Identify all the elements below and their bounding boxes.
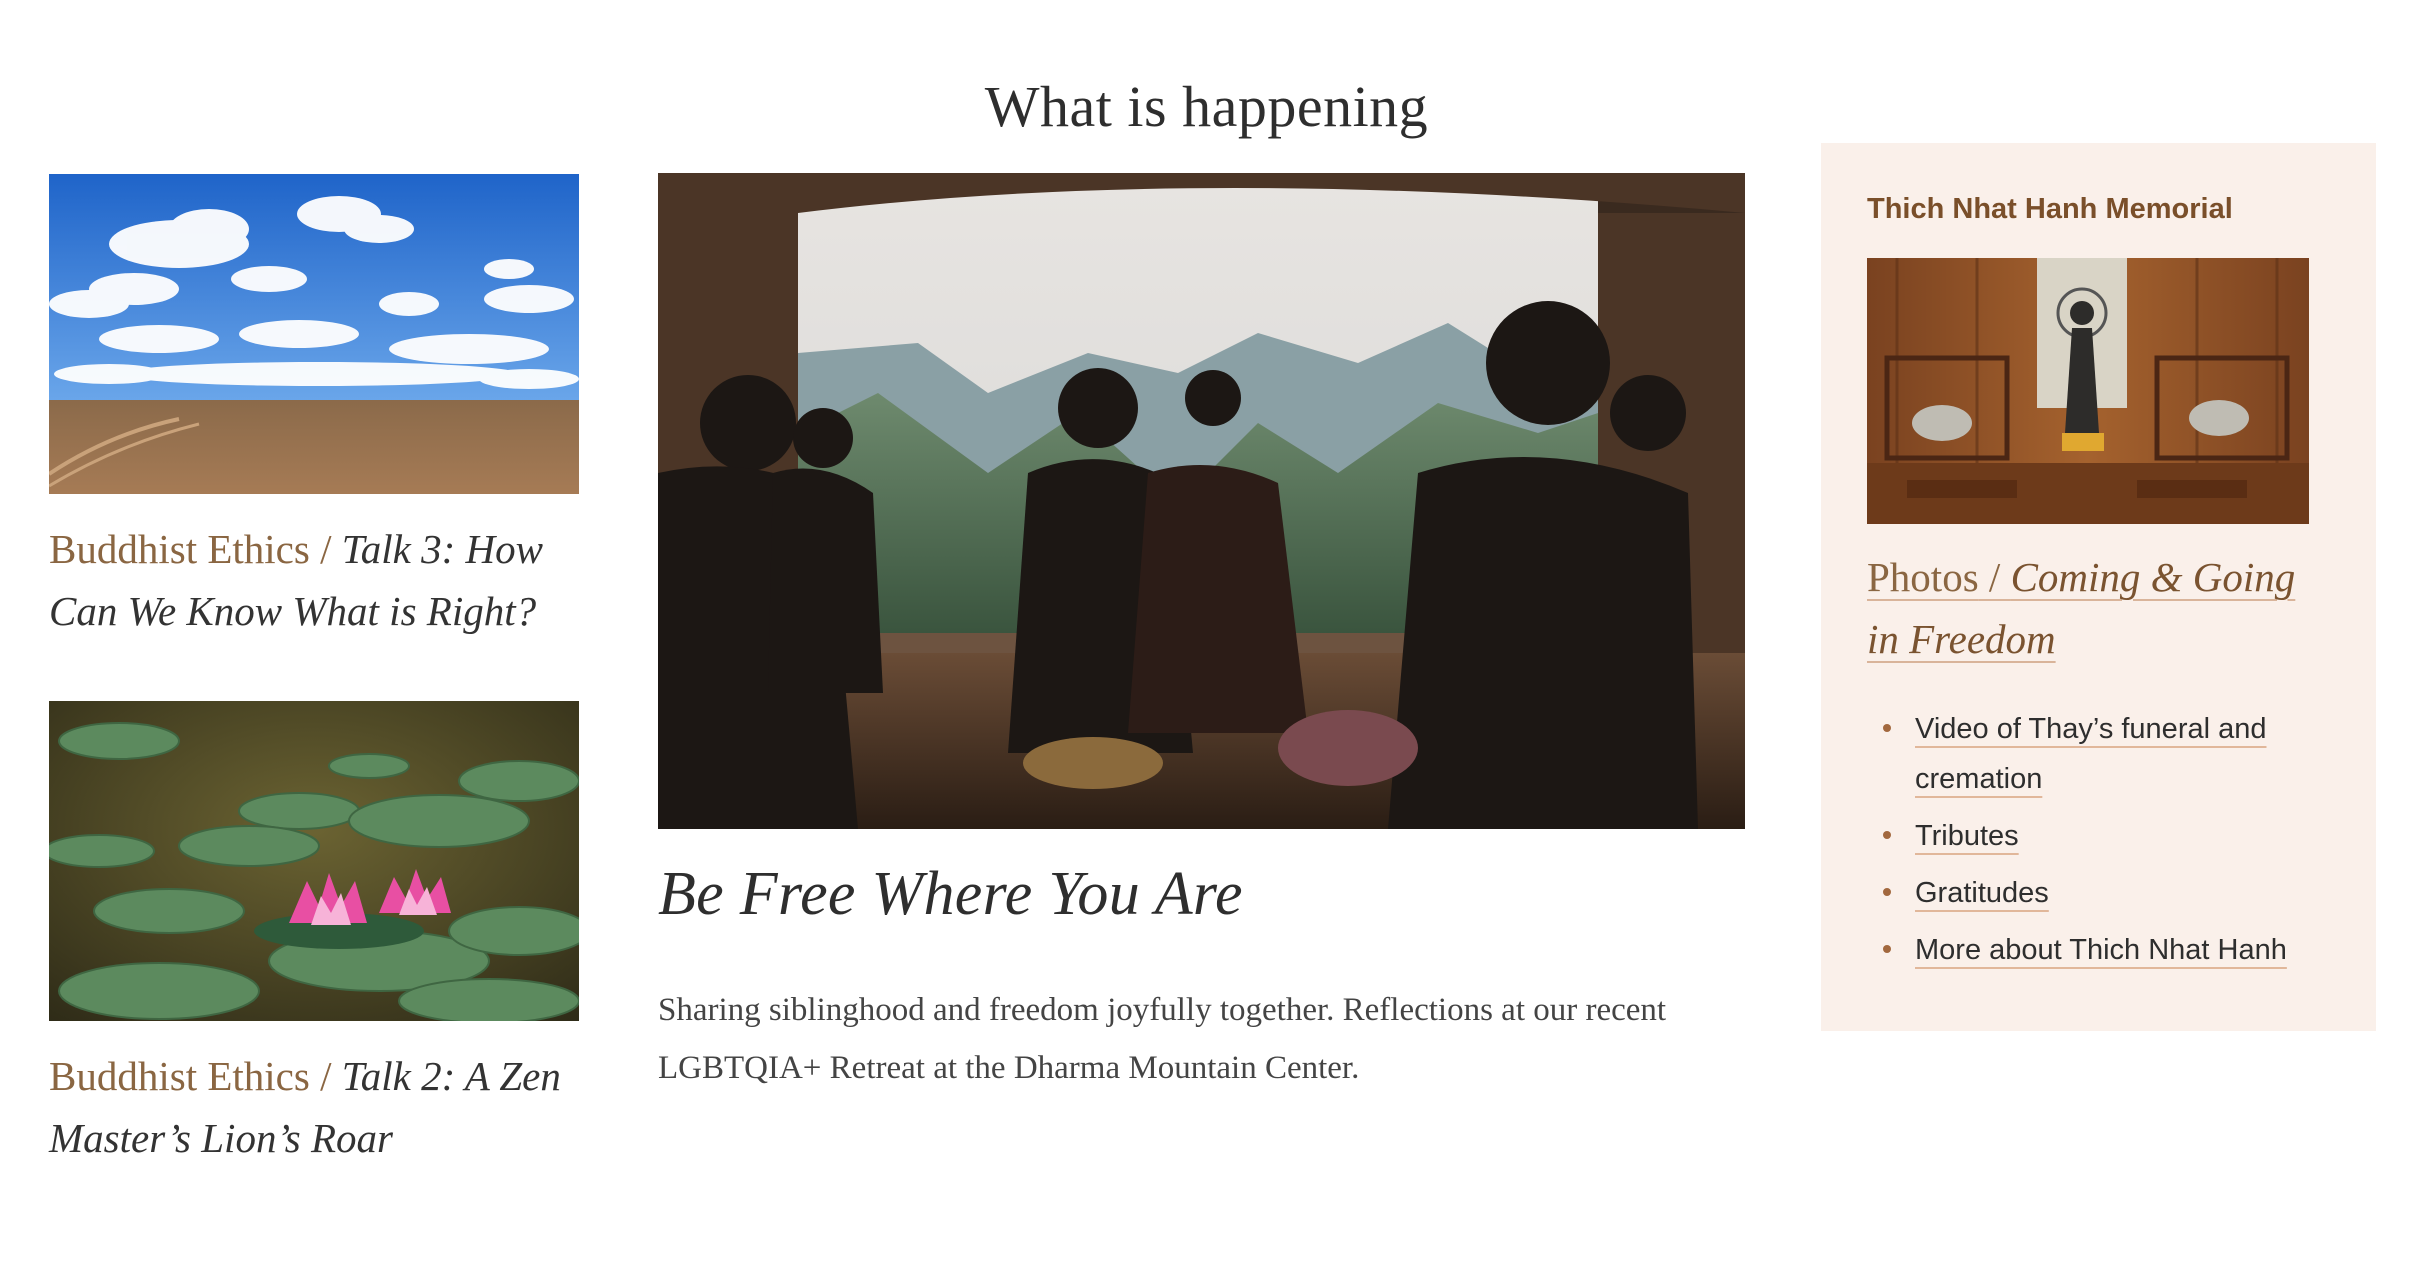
bullet-icon: [1883, 888, 1891, 896]
caption-separator: /: [309, 526, 342, 572]
link-more-about-thay[interactable]: More about Thich Nhat Hanh: [1915, 934, 2287, 966]
article-category[interactable]: Buddhist Ethics: [49, 526, 310, 572]
sidebar-heading: Thich Nhat Hanh Memorial: [1867, 193, 2233, 225]
memorial-sidebar: Thich Nhat Hanh Memorial Photos / Coming…: [1821, 143, 2376, 1031]
altar-image[interactable]: [1867, 258, 2309, 524]
section-title: What is happening: [984, 73, 1429, 139]
link-funeral-video[interactable]: Video of Thay’s funeral and cremation: [1915, 713, 2266, 795]
article-caption[interactable]: Buddhist Ethics / Talk 2: A Zen Master’s…: [49, 1045, 589, 1169]
article-caption[interactable]: Buddhist Ethics / Talk 3: How Can We Kno…: [49, 518, 589, 642]
feature-description: Sharing siblinghood and freedom joyfully…: [658, 992, 1667, 1087]
caption-separator: /: [1978, 554, 2011, 600]
link-tributes[interactable]: Tributes: [1915, 820, 2019, 852]
sidebar-caption[interactable]: Photos / Coming & Going in Freedom: [1867, 546, 2337, 670]
article-card-ethics-talk-3[interactable]: Buddhist Ethics / Talk 3: How Can We Kno…: [49, 174, 579, 642]
list-item: Gratitudes: [1867, 868, 2330, 918]
article-card-ethics-talk-2[interactable]: Buddhist Ethics / Talk 2: A Zen Master’s…: [49, 701, 579, 1169]
list-item: Tributes: [1867, 811, 2330, 861]
bullet-icon: [1883, 945, 1891, 953]
feature-article[interactable]: Be Free Where You Are Sharing siblinghoo…: [658, 173, 1745, 1130]
meditation-mountain-image[interactable]: [658, 173, 1745, 829]
sidebar-caption-category[interactable]: Photos: [1867, 554, 1979, 600]
caption-separator: /: [309, 1053, 342, 1099]
sky-field-image[interactable]: [49, 174, 579, 494]
article-category[interactable]: Buddhist Ethics: [49, 1053, 310, 1099]
bullet-icon: [1883, 831, 1891, 839]
list-item: More about Thich Nhat Hanh: [1867, 925, 2330, 975]
memorial-links-list: Video of Thay’s funeral and cremation Tr…: [1867, 704, 2330, 975]
link-gratitudes[interactable]: Gratitudes: [1915, 877, 2049, 909]
lotus-pond-image[interactable]: [49, 701, 579, 1021]
list-item: Video of Thay’s funeral and cremation: [1867, 704, 2330, 804]
bullet-icon: [1883, 724, 1891, 732]
feature-title[interactable]: Be Free Where You Are: [658, 859, 1745, 930]
